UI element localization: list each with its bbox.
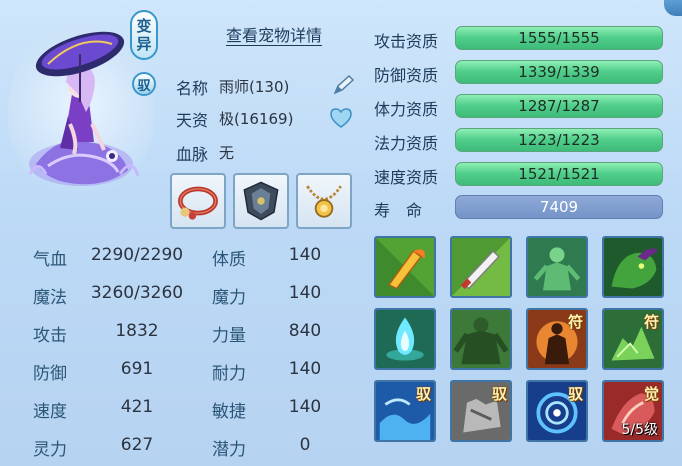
skill-tag-talisman: 符 — [567, 313, 583, 331]
skill-level-label: 5/5级 — [621, 422, 658, 438]
aptitude-bar-attack: 1555/1555 — [455, 26, 663, 50]
stat-value-hp: 2290/2290 — [90, 245, 184, 265]
skill-slot-7[interactable]: 符 — [526, 308, 588, 370]
stat-label-spirit: 灵力 — [33, 440, 67, 460]
skill-tag-awaken: 觉 — [643, 385, 659, 403]
window-corner-decoration — [664, 0, 682, 16]
flame-sword-icon — [376, 238, 434, 296]
aptitude-label-defense: 防御资质 — [374, 66, 439, 85]
giant-icon — [452, 310, 510, 368]
stat-label-mp: 魔法 — [33, 288, 67, 308]
mutant-badge[interactable]: 变 异 — [130, 10, 158, 60]
stat-label-strength: 力量 — [212, 326, 246, 346]
view-pet-details-link[interactable]: 查看宠物详情 — [215, 22, 333, 46]
stat-value-strength: 840 — [288, 321, 322, 341]
stat-value-constitution: 140 — [288, 245, 322, 265]
lifespan-label: 寿 命 — [374, 201, 423, 220]
skill-slot-12[interactable]: 觉 5/5级 — [602, 380, 664, 442]
talent-value: 极(16169) — [219, 110, 294, 128]
collar-icon — [178, 186, 218, 220]
stat-value-magic: 140 — [288, 283, 322, 303]
stat-value-defense: 691 — [120, 359, 154, 379]
skill-slot-6[interactable] — [450, 308, 512, 370]
aptitude-bar-defense: 1339/1339 — [455, 60, 663, 84]
blade-strike-icon — [452, 238, 510, 296]
equipment-slot-armor[interactable] — [233, 173, 289, 229]
stat-label-attack: 攻击 — [33, 326, 67, 346]
skill-slot-5[interactable] — [374, 308, 436, 370]
skill-slot-4[interactable] — [602, 236, 664, 298]
tame-badge[interactable]: 驭 — [132, 72, 156, 96]
shadow-beast-icon — [604, 238, 662, 296]
aptitude-bar-mana: 1223/1223 — [455, 128, 663, 152]
aptitude-label-speed: 速度资质 — [374, 168, 439, 187]
stat-label-magic: 魔力 — [212, 288, 246, 308]
stat-value-mp: 3260/3260 — [90, 283, 184, 303]
aptitude-label-attack: 攻击资质 — [374, 32, 439, 51]
stat-label-potential: 潜力 — [212, 440, 246, 460]
skill-slot-2[interactable] — [450, 236, 512, 298]
rename-pen-icon[interactable] — [330, 72, 356, 98]
stat-label-hp: 气血 — [33, 250, 67, 270]
stat-label-agility: 敏捷 — [212, 402, 246, 422]
stat-label-constitution: 体质 — [212, 250, 246, 270]
aptitude-label-mana: 法力资质 — [374, 134, 439, 153]
name-value: 雨师(130) — [219, 78, 290, 96]
skill-slot-11[interactable]: 驭 — [526, 380, 588, 442]
equipment-slot-necklace[interactable] — [296, 173, 352, 229]
mutant-badge-char-2: 异 — [136, 35, 152, 53]
stat-label-defense: 防御 — [33, 364, 67, 384]
skill-slot-1[interactable] — [374, 236, 436, 298]
stat-label-speed: 速度 — [33, 402, 67, 422]
stat-value-attack: 1832 — [115, 321, 159, 341]
name-label: 名称 — [176, 79, 209, 98]
aptitude-bar-speed: 1521/1521 — [455, 162, 663, 186]
stat-value-endurance: 140 — [288, 359, 322, 379]
equipment-slot-collar[interactable] — [170, 173, 226, 229]
heart-icon[interactable] — [328, 106, 354, 130]
green-figure-icon — [528, 238, 586, 296]
skill-slot-10[interactable]: 驭 — [450, 380, 512, 442]
stat-label-endurance: 耐力 — [212, 364, 246, 384]
skill-tag-tame: 驭 — [415, 385, 431, 403]
mutant-badge-char-1: 变 — [136, 17, 152, 35]
armor-icon — [243, 181, 279, 221]
necklace-icon — [306, 185, 342, 218]
skill-tag-tame: 驭 — [567, 385, 583, 403]
lifespan-bar: 7409 — [455, 195, 663, 219]
stat-value-potential: 0 — [299, 435, 311, 455]
skill-slot-9[interactable]: 驭 — [374, 380, 436, 442]
bloodline-value: 无 — [219, 144, 235, 162]
talent-label: 天资 — [176, 111, 209, 130]
skill-slot-3[interactable] — [526, 236, 588, 298]
skill-slot-8[interactable]: 符 — [602, 308, 664, 370]
bloodline-label: 血脉 — [176, 145, 209, 164]
stat-value-agility: 140 — [288, 397, 322, 417]
aptitude-label-stamina: 体力资质 — [374, 100, 439, 119]
skill-tag-talisman: 符 — [643, 313, 659, 331]
stat-value-spirit: 627 — [120, 435, 154, 455]
stat-value-speed: 421 — [120, 397, 154, 417]
aptitude-bar-stamina: 1287/1287 — [455, 94, 663, 118]
skill-tag-tame: 驭 — [491, 385, 507, 403]
blue-flame-icon — [376, 310, 434, 368]
